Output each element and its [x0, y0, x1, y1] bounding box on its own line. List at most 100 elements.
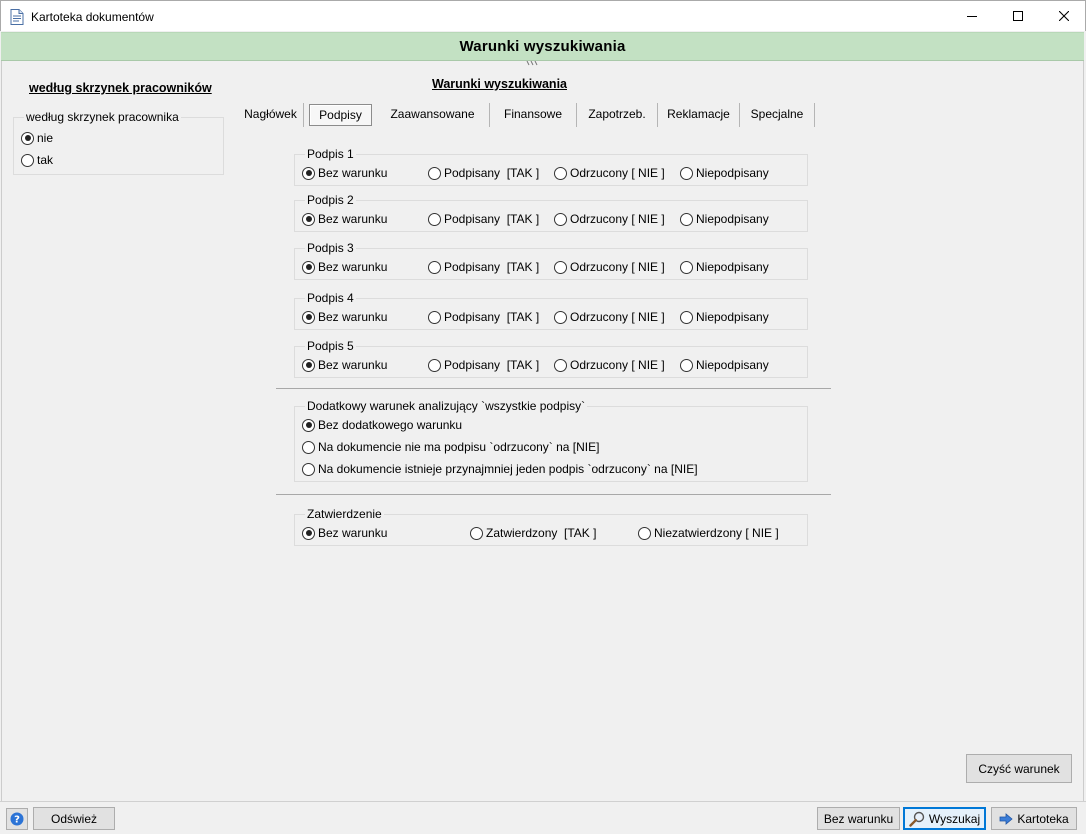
signature-group-4: Podpis 4 Bez warunku Podpisany [TAK ] Od…	[294, 291, 808, 330]
radio-indicator	[21, 131, 34, 145]
maximize-icon	[1013, 11, 1023, 21]
signature-group-3: Podpis 3 Bez warunku Podpisany [TAK ] Od…	[294, 241, 808, 280]
radio-label: Na dokumencie nie ma podpisu `odrzucony`…	[318, 440, 600, 454]
radio-indicator	[302, 526, 315, 540]
radio-sig3-unsigned[interactable]: Niepodpisany	[680, 260, 769, 274]
radio-indicator	[554, 212, 567, 226]
main-heading: Warunki wyszukiwania	[432, 77, 567, 91]
radio-label: Na dokumencie istnieje przynajmniej jede…	[318, 462, 698, 476]
radio-label: Bez dodatkowego warunku	[318, 418, 463, 432]
radio-sig4-rejected[interactable]: Odrzucony [ NIE ]	[554, 310, 665, 324]
radio-label: Niepodpisany	[696, 260, 769, 274]
card-button-label: Kartoteka	[1017, 811, 1069, 826]
radio-label: Bez warunku	[318, 310, 388, 324]
radio-label: Niepodpisany	[696, 358, 769, 372]
radio-indicator	[428, 358, 441, 372]
radio-sig3-none[interactable]: Bez warunku	[302, 260, 387, 274]
radio-sig2-signed[interactable]: Podpisany [TAK ]	[428, 212, 539, 226]
radio-label: Bez warunku	[318, 358, 388, 372]
left-panel-heading: według skrzynek pracowników	[29, 81, 212, 95]
radio-indicator	[302, 310, 315, 324]
radio-approval-approved[interactable]: Zatwierdzony [TAK ]	[470, 526, 596, 540]
radio-label: Odrzucony [ NIE ]	[570, 166, 665, 180]
signature-group-label: Podpis 2	[305, 193, 356, 207]
radio-sig1-none[interactable]: Bez warunku	[302, 166, 387, 180]
arrow-right-icon	[999, 812, 1013, 825]
radio-sig5-unsigned[interactable]: Niepodpisany	[680, 358, 769, 372]
radio-approval-not-approved[interactable]: Niezatwierdzony [ NIE ]	[638, 526, 779, 540]
radio-label: Podpisany [TAK ]	[444, 166, 540, 180]
window-title: Kartoteka dokumentów	[31, 10, 154, 24]
clear-condition-button[interactable]: Czyść warunek	[966, 754, 1072, 783]
radio-label: Bez warunku	[318, 166, 388, 180]
radio-sig1-rejected[interactable]: Odrzucony [ NIE ]	[554, 166, 665, 180]
radio-label: Bez warunku	[318, 526, 388, 540]
close-icon	[1059, 11, 1069, 21]
search-button[interactable]: Wyszukaj	[903, 807, 986, 830]
radio-sig5-none[interactable]: Bez warunku	[302, 358, 387, 372]
tab-zaawansowane[interactable]: Zaawansowane	[376, 103, 490, 127]
tab-specjalne[interactable]: Specjalne	[740, 103, 815, 127]
content-area: według skrzynek pracowników według skrzy…	[1, 61, 1084, 801]
tab-finansowe[interactable]: Finansowe	[490, 103, 577, 127]
radio-indicator	[428, 166, 441, 180]
radio-label: Odrzucony [ NIE ]	[570, 310, 665, 324]
radio-label: Bez warunku	[318, 260, 388, 274]
radio-label: nie	[37, 131, 54, 145]
radio-additional-no-rejected[interactable]: Na dokumencie nie ma podpisu `odrzucony`…	[302, 440, 599, 454]
page-banner: Warunki wyszukiwania	[1, 32, 1084, 61]
radio-sig3-signed[interactable]: Podpisany [TAK ]	[428, 260, 539, 274]
radio-sig4-none[interactable]: Bez warunku	[302, 310, 387, 324]
radio-sig1-signed[interactable]: Podpisany [TAK ]	[428, 166, 539, 180]
radio-sig2-rejected[interactable]: Odrzucony [ NIE ]	[554, 212, 665, 226]
additional-condition-group: Dodatkowy warunek analizujący `wszystkie…	[294, 399, 808, 482]
radio-label: Podpisany [TAK ]	[444, 260, 540, 274]
magnifier-icon	[909, 811, 925, 827]
tab-zapotrzeb[interactable]: Zapotrzeb.	[577, 103, 658, 127]
radio-indicator	[554, 166, 567, 180]
tab-podpisy[interactable]: Podpisy	[309, 104, 372, 126]
radio-sig2-none[interactable]: Bez warunku	[302, 212, 387, 226]
svg-text:?: ?	[14, 815, 20, 826]
employee-box-group: według skrzynek pracownika nie tak	[13, 110, 224, 175]
radio-indicator	[680, 310, 693, 324]
splitter-grip-icon	[526, 61, 538, 66]
radio-indicator	[680, 166, 693, 180]
approval-group: Zatwierdzenie Bez warunku Zatwierdzony […	[294, 507, 808, 546]
radio-sig4-signed[interactable]: Podpisany [TAK ]	[428, 310, 539, 324]
radio-employee-no[interactable]: nie	[21, 131, 53, 145]
radio-sig4-unsigned[interactable]: Niepodpisany	[680, 310, 769, 324]
radio-employee-yes[interactable]: tak	[21, 153, 53, 167]
radio-label: Niepodpisany	[696, 166, 769, 180]
radio-label: Podpisany [TAK ]	[444, 310, 540, 324]
radio-label: Podpisany [TAK ]	[444, 358, 540, 372]
radio-additional-none[interactable]: Bez dodatkowego warunku	[302, 418, 462, 432]
maximize-button[interactable]	[995, 1, 1041, 31]
tab-reklamacje[interactable]: Reklamacje	[658, 103, 740, 127]
radio-approval-none[interactable]: Bez warunku	[302, 526, 387, 540]
minimize-button[interactable]	[949, 1, 995, 31]
signature-group-5: Podpis 5 Bez warunku Podpisany [TAK ] Od…	[294, 339, 808, 378]
radio-sig2-unsigned[interactable]: Niepodpisany	[680, 212, 769, 226]
radio-indicator	[428, 310, 441, 324]
radio-sig5-signed[interactable]: Podpisany [TAK ]	[428, 358, 539, 372]
card-button[interactable]: Kartoteka	[991, 807, 1077, 830]
radio-sig5-rejected[interactable]: Odrzucony [ NIE ]	[554, 358, 665, 372]
search-button-label: Wyszukaj	[928, 811, 981, 826]
close-button[interactable]	[1041, 1, 1086, 31]
refresh-button[interactable]: Odśwież	[33, 807, 115, 830]
radio-indicator	[554, 310, 567, 324]
radio-additional-any-rejected[interactable]: Na dokumencie istnieje przynajmniej jede…	[302, 462, 698, 476]
help-button[interactable]: ?	[6, 808, 28, 830]
section-divider	[276, 388, 831, 389]
section-divider	[276, 494, 831, 495]
no-condition-button[interactable]: Bez warunku	[817, 807, 900, 830]
radio-indicator	[302, 358, 315, 372]
tab-naglowek[interactable]: Nagłówek	[238, 103, 304, 127]
minimize-icon	[967, 16, 977, 17]
signature-group-label: Podpis 5	[305, 339, 356, 353]
radio-sig1-unsigned[interactable]: Niepodpisany	[680, 166, 769, 180]
radio-indicator	[680, 212, 693, 226]
radio-sig3-rejected[interactable]: Odrzucony [ NIE ]	[554, 260, 665, 274]
radio-label: Odrzucony [ NIE ]	[570, 260, 665, 274]
